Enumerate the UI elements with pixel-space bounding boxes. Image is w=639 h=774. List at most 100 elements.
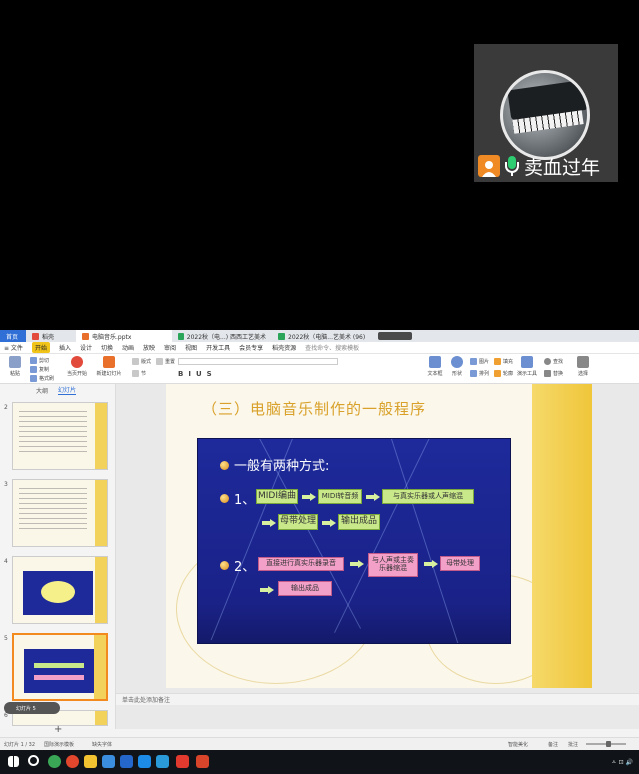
arrow-icon — [302, 493, 316, 501]
play-from-current-button[interactable]: 当页开始 — [66, 356, 88, 377]
menu-animation[interactable]: 动画 — [122, 343, 134, 352]
tab-spreadsheet-1[interactable]: 2022秋（电...) 西西工艺美术 — [172, 330, 272, 342]
tab-docer[interactable]: 稻壳 — [26, 330, 76, 342]
decorative-stripe — [532, 384, 592, 688]
present-tools-button[interactable]: 演示工具 — [514, 356, 540, 377]
menu-file[interactable]: ≡ 文件 — [4, 343, 23, 352]
missing-font-warning[interactable]: 缺失字体 — [92, 741, 112, 748]
ppt-file-icon — [82, 332, 89, 340]
notes-area[interactable]: 单击此处添加备注 — [116, 693, 639, 705]
step-mix-with-real[interactable]: 与真实乐器或人声缩混 — [382, 489, 474, 504]
step-midi-to-audio[interactable]: MIDI转音频 — [318, 489, 362, 504]
reset-button[interactable]: 重置 — [156, 358, 175, 365]
video-overlay: 卖血过年 — [474, 44, 618, 182]
slide-thumbnail-4[interactable] — [12, 556, 108, 624]
notes-toggle[interactable]: 备注 — [548, 741, 558, 748]
recording-indicator — [378, 332, 412, 340]
system-tray[interactable]: ㅅ ⊡ 🔊 — [611, 757, 633, 766]
browser-icon[interactable] — [66, 755, 79, 768]
font-style-buttons[interactable]: BIUS — [178, 370, 217, 378]
arrow-icon — [424, 560, 438, 568]
menu-view[interactable]: 视图 — [185, 343, 197, 352]
smart-beautify-button[interactable]: 智能美化 — [508, 741, 528, 748]
windows-start-icon[interactable] — [8, 756, 19, 767]
tab-home[interactable]: 首页 — [0, 330, 26, 342]
step-midi-arrange[interactable]: MIDI编曲 — [256, 489, 298, 504]
slide-thumbnail-3[interactable] — [12, 479, 108, 547]
step-mastering[interactable]: 母带处理 — [278, 514, 318, 530]
theme-name[interactable]: 国际演示模板 — [44, 741, 74, 748]
arrange-button[interactable]: 排列 — [470, 370, 489, 377]
board-heading: 一般有两种方式: — [234, 459, 330, 474]
layout-button[interactable]: 版式 — [132, 358, 151, 365]
copy-button[interactable]: 复制 — [30, 366, 49, 373]
taskbar: ㅅ ⊡ 🔊 — [0, 750, 639, 774]
way1-number: 1、 — [234, 493, 256, 508]
menu-bar: ≡ 文件 开始 插入 设计 切换 动画 放映 审阅 视图 开发工具 会员专享 稻… — [0, 342, 639, 354]
wps-presentation-icon[interactable] — [196, 755, 209, 768]
app-icon[interactable] — [120, 755, 133, 768]
step-output-2[interactable]: 输出成品 — [278, 581, 332, 596]
tab-slides[interactable]: 幻灯片 — [58, 385, 77, 395]
shape-button[interactable]: 形状 — [446, 356, 468, 377]
menu-insert[interactable]: 插入 — [59, 343, 71, 352]
step-mix-with-vocal[interactable]: 与人声或主奏乐器缩混 — [368, 553, 418, 577]
menu-member[interactable]: 会员专享 — [239, 343, 263, 352]
folder-icon[interactable] — [84, 755, 97, 768]
cut-button[interactable]: 剪切 — [30, 357, 49, 364]
new-slide-button[interactable]: 新建幻灯片 — [94, 356, 124, 377]
command-search[interactable]: 查找命令、搜索模板 — [305, 343, 359, 352]
arrow-icon — [322, 519, 336, 527]
menu-slideshow[interactable]: 放映 — [143, 343, 155, 352]
content-board[interactable]: 一般有两种方式: 1、 MIDI编曲 MIDI转音频 与真实乐器或人声缩混 母带… — [197, 438, 511, 644]
presenter-name: 卖血过年 — [524, 156, 601, 179]
menu-review[interactable]: 审阅 — [164, 343, 176, 352]
status-bar: 幻灯片 1 / 32 国际演示模板 缺失字体 智能美化 备注 批注 — [0, 737, 639, 750]
comments-toggle[interactable]: 批注 — [568, 741, 578, 748]
paste-button[interactable]: 粘贴 — [4, 356, 26, 377]
replace-button[interactable]: 替换 — [544, 370, 563, 377]
step-mastering-2[interactable]: 母带处理 — [440, 556, 480, 571]
menu-transition[interactable]: 切换 — [101, 343, 113, 352]
way2-number: 2、 — [234, 560, 256, 575]
slide-thumbnail-2[interactable] — [12, 402, 108, 470]
panel-tabs: 大纲 幻灯片 — [0, 384, 115, 396]
tab-outline[interactable]: 大纲 — [36, 386, 48, 395]
wechat-icon[interactable] — [48, 755, 61, 768]
slide-title[interactable]: （三）电脑音乐制作的一般程序 — [202, 398, 426, 419]
thumb-number: 2 — [4, 404, 8, 411]
search-icon[interactable] — [28, 755, 39, 766]
find-button[interactable]: 查找 — [544, 358, 563, 365]
tab-current-document[interactable]: 电脑音乐.pptx — [76, 330, 172, 342]
format-painter-button[interactable]: 格式刷 — [30, 375, 54, 382]
menu-design[interactable]: 设计 — [80, 343, 92, 352]
sheet-file-icon — [178, 332, 184, 340]
bullet-icon — [220, 494, 229, 503]
screen: 卖血过年 首页 稻壳 电脑音乐.pptx 2022秋（电...) 西西工艺美术 … — [0, 0, 639, 774]
menu-developer[interactable]: 开发工具 — [206, 343, 230, 352]
textbox-button[interactable]: 文本框 — [424, 356, 446, 377]
picture-button[interactable]: 图片 — [470, 358, 489, 365]
app-icon[interactable] — [156, 755, 169, 768]
tab-spreadsheet-2[interactable]: 2022秋（电脑...艺美术 (96) — [272, 330, 372, 342]
microphone-icon[interactable] — [504, 155, 520, 177]
sheet-file-icon — [278, 332, 285, 340]
fill-button[interactable]: 填充 — [494, 358, 513, 365]
app-icon[interactable] — [138, 755, 151, 768]
menu-start[interactable]: 开始 — [31, 342, 50, 353]
font-name-select[interactable] — [178, 358, 338, 365]
add-slide-icon[interactable]: + — [54, 724, 62, 735]
select-button[interactable]: 选择 — [572, 356, 594, 377]
current-slide[interactable]: （三）电脑音乐制作的一般程序 一般有两种方式: 1、 MIDI编曲 MIDI转音… — [166, 384, 592, 688]
menu-docer-resources[interactable]: 稻壳资源 — [272, 343, 296, 352]
arrow-icon — [350, 560, 364, 568]
step-record-real[interactable]: 直接进行真实乐器录音 — [258, 557, 344, 571]
step-output[interactable]: 输出成品 — [338, 514, 380, 530]
user-icon — [478, 155, 500, 177]
slide-thumbnail-5[interactable] — [12, 633, 108, 701]
wps-icon[interactable] — [176, 755, 189, 768]
app-icon[interactable] — [102, 755, 115, 768]
section-button[interactable]: 节 — [132, 370, 146, 377]
zoom-handle[interactable] — [606, 741, 611, 747]
outline-button[interactable]: 轮廓 — [494, 370, 513, 377]
